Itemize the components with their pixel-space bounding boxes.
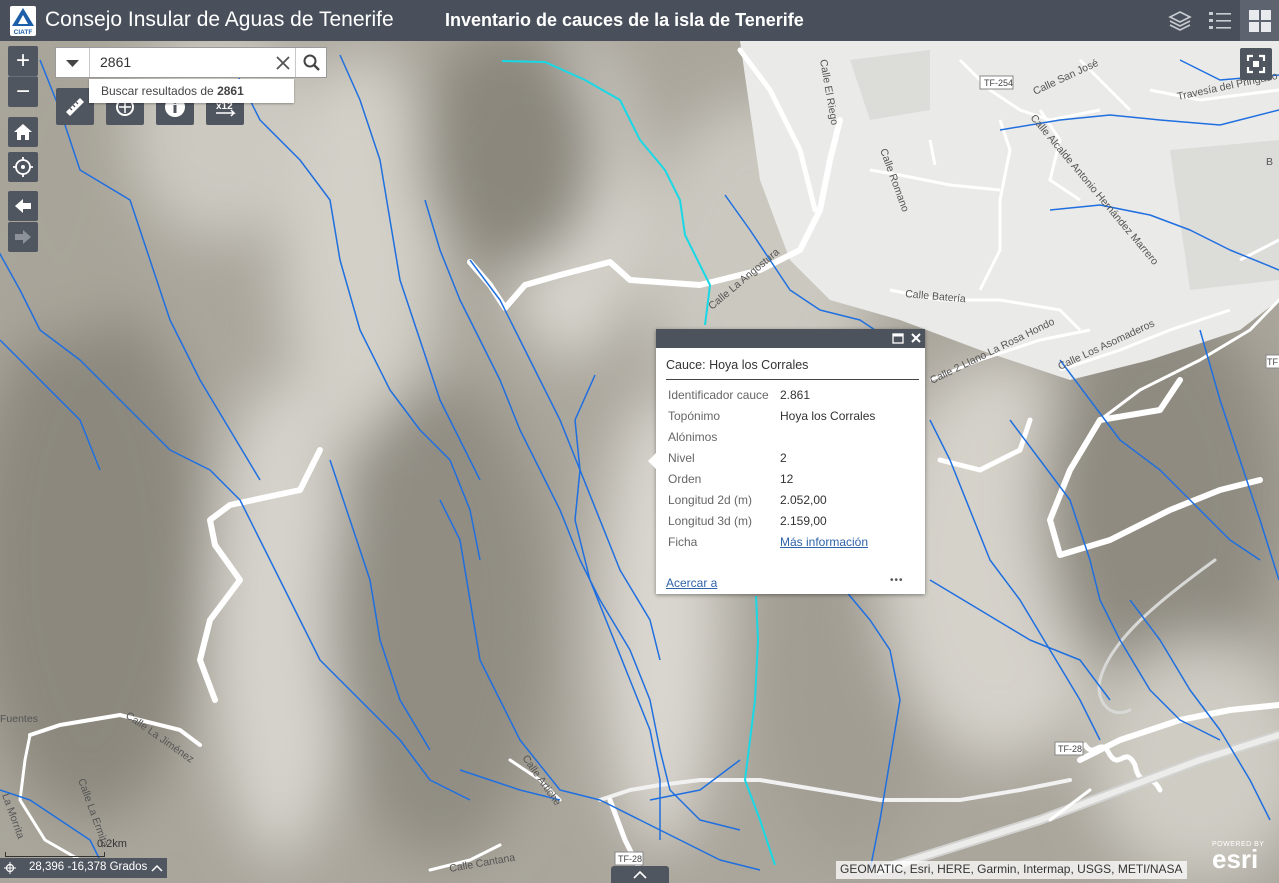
search-suggestion[interactable]: Buscar resultados de 2861	[89, 79, 294, 103]
field-label: Nivel	[668, 451, 695, 465]
home-icon	[14, 124, 32, 140]
bottom-panel-toggle[interactable]	[611, 866, 669, 883]
suggestion-prefix: Buscar resultados de	[101, 84, 218, 98]
search-widget	[55, 47, 327, 78]
popup-titlebar	[656, 329, 925, 348]
map-attribution: GEOMATIC, Esri, HERE, Garmin, Intermap, …	[836, 861, 1187, 879]
popup-pointer	[648, 453, 656, 469]
search-button[interactable]	[295, 48, 328, 77]
road-shield: TF-28	[618, 854, 642, 864]
close-icon[interactable]	[910, 332, 922, 344]
basemap-gallery-button[interactable]	[1240, 0, 1279, 41]
scale-bar: 0.2km	[5, 838, 127, 857]
search-icon	[303, 54, 320, 71]
clear-search-button[interactable]	[273, 53, 293, 73]
field-value: 2.052,00	[780, 493, 827, 507]
field-value: 2.861	[780, 388, 811, 402]
zoom-out-button[interactable]: −	[8, 76, 38, 107]
feature-popup: Cauce: Hoya los Corrales Identificador c…	[648, 329, 925, 594]
chevron-down-icon	[66, 60, 79, 67]
locate-icon	[13, 157, 33, 177]
field-value: 2	[780, 451, 787, 465]
field-label: Orden	[668, 472, 702, 486]
road-shield: TF	[1267, 357, 1278, 367]
arrow-right-icon	[15, 230, 31, 244]
layers-button[interactable]	[1161, 0, 1199, 41]
coordinates-widget[interactable]: 28,396 -16,378 Grados	[0, 858, 167, 878]
field-value: 12	[780, 472, 794, 486]
more-info-link[interactable]: Más información	[780, 535, 868, 549]
field-label: Longitud 3d (m)	[668, 514, 753, 528]
zoom-to-link[interactable]: Acercar a	[666, 576, 717, 590]
fullscreen-icon	[1246, 54, 1266, 74]
next-extent-button[interactable]	[8, 222, 38, 252]
grid-icon	[1248, 9, 1271, 32]
field-label: Alónimos	[668, 430, 718, 444]
street-label: Fuentes	[0, 713, 38, 725]
map-view[interactable]: Calle El Riego Calle San José Travesía d…	[0, 41, 1279, 883]
zoom-in-button[interactable]: +	[8, 46, 38, 76]
legend-button[interactable]	[1201, 0, 1239, 41]
arrow-left-icon	[15, 199, 31, 213]
street-label: B	[1266, 156, 1273, 168]
coordinates-readout: 28,396 -16,378 Grados	[29, 861, 148, 873]
scale-line	[5, 852, 105, 857]
previous-extent-button[interactable]	[8, 191, 38, 221]
fullscreen-button[interactable]	[1240, 48, 1272, 80]
esri-logo: POWERED BY esri	[1212, 841, 1264, 872]
scale-label: 0.2km	[97, 838, 127, 850]
app-subtitle: Inventario de cauces de la isla de Tener…	[445, 10, 804, 30]
road-shield: TF-28	[1058, 744, 1082, 754]
field-label: Longitud 2d (m)	[668, 493, 753, 507]
map-canvas[interactable]: Calle El Riego Calle San José Travesía d…	[0, 41, 1279, 883]
close-icon	[276, 56, 290, 70]
layers-icon	[1168, 10, 1192, 31]
field-label: Ficha	[668, 535, 698, 549]
locate-button[interactable]	[8, 152, 38, 182]
search-input[interactable]	[100, 53, 265, 71]
field-label: Topónimo	[668, 409, 721, 423]
field-label: Identificador cauce	[668, 388, 769, 402]
popup-divider	[666, 379, 919, 380]
popup-title: Cauce: Hoya los Corrales	[666, 358, 809, 372]
maximize-icon[interactable]	[892, 333, 904, 344]
search-source-dropdown[interactable]	[56, 48, 90, 77]
suggestion-term: 2861	[217, 84, 244, 98]
legend-icon	[1209, 11, 1231, 29]
home-button[interactable]	[8, 117, 38, 147]
esri-wordmark: esri	[1212, 844, 1259, 874]
chevron-up-icon	[633, 871, 647, 879]
road-shield: TF-254	[984, 78, 1013, 88]
field-value: 2.159,00	[780, 514, 827, 528]
app-header: CIATF Consejo Insular de Aguas de Teneri…	[0, 0, 1279, 41]
ruler-icon	[66, 97, 84, 116]
crosshair-icon	[4, 862, 16, 874]
chevron-up-icon[interactable]	[151, 863, 163, 873]
more-actions-button[interactable]: •••	[890, 575, 904, 586]
ciatf-logo: CIATF	[10, 6, 36, 36]
svg-text:CIATF: CIATF	[14, 29, 33, 36]
field-value: Hoya los Corrales	[780, 409, 876, 423]
app-title: Consejo Insular de Aguas de Tenerife	[45, 8, 394, 31]
